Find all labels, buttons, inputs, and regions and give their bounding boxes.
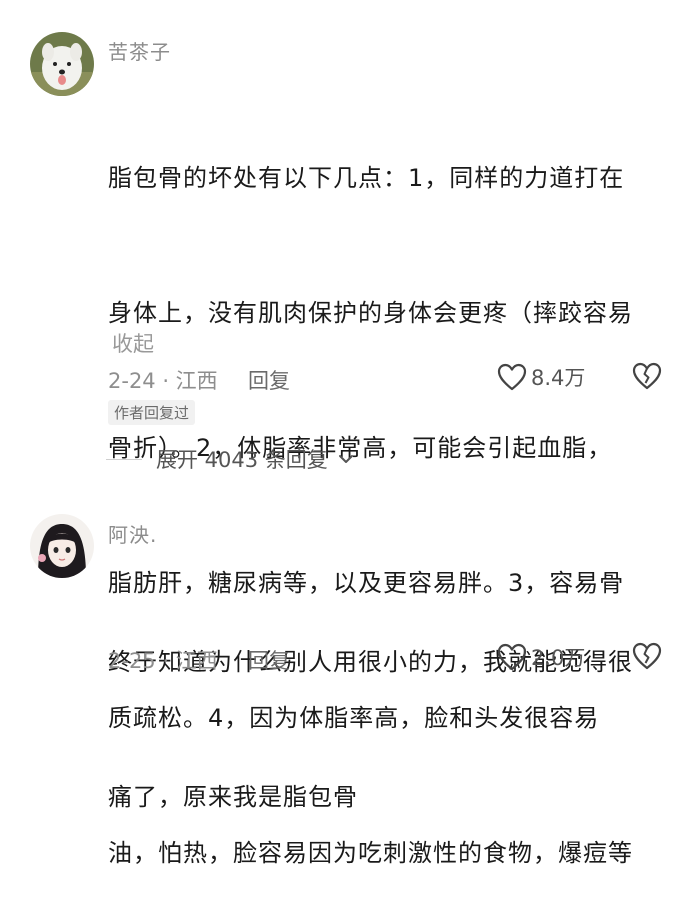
- comment-line: 痛了，原来我是脂包骨: [108, 783, 358, 811]
- dog-avatar-image: [30, 32, 94, 96]
- reply-button[interactable]: 回复: [248, 365, 290, 395]
- reply-button[interactable]: 回复: [248, 645, 290, 675]
- like-button[interactable]: 2.0万: [497, 642, 585, 672]
- avatar[interactable]: [30, 32, 94, 96]
- collapse-link[interactable]: 收起: [112, 328, 154, 358]
- like-count: 8.4万: [531, 366, 586, 390]
- username[interactable]: 阿泱.: [108, 519, 157, 548]
- broken-heart-icon: [632, 362, 662, 390]
- anime-girl-avatar-image: [30, 514, 94, 578]
- dislike-button[interactable]: [632, 362, 662, 394]
- dislike-button[interactable]: [632, 642, 662, 674]
- expand-replies-label: 展开 4043 条回复: [156, 448, 328, 472]
- chevron-down-icon: [338, 455, 353, 463]
- heart-outline-icon: [497, 643, 527, 671]
- comment-text: 终于知道为什么别人用很小的力，我就能觉得很 痛了，原来我是脂包骨: [108, 550, 633, 865]
- broken-heart-icon: [632, 642, 662, 670]
- author-replied-badge: 作者回复过: [108, 400, 196, 425]
- expand-replies-button[interactable]: 展开 4043 条回复: [106, 444, 354, 474]
- comment-date-location: 2-24 · 江西: [108, 369, 218, 393]
- avatar[interactable]: [30, 514, 94, 578]
- like-count: 2.0万: [531, 646, 586, 670]
- comment-date-location: 2-25 · 江西: [108, 649, 218, 673]
- comment-line: 脂包骨的坏处有以下几点：1，同样的力道打在: [108, 164, 625, 192]
- comment-line: 身体上，没有肌肉保护的身体会更疼（摔跤容易: [108, 299, 633, 327]
- username[interactable]: 苦茶子: [108, 36, 171, 65]
- like-button[interactable]: 8.4万: [497, 362, 585, 392]
- divider-line: [106, 458, 142, 460]
- heart-outline-icon: [497, 363, 527, 391]
